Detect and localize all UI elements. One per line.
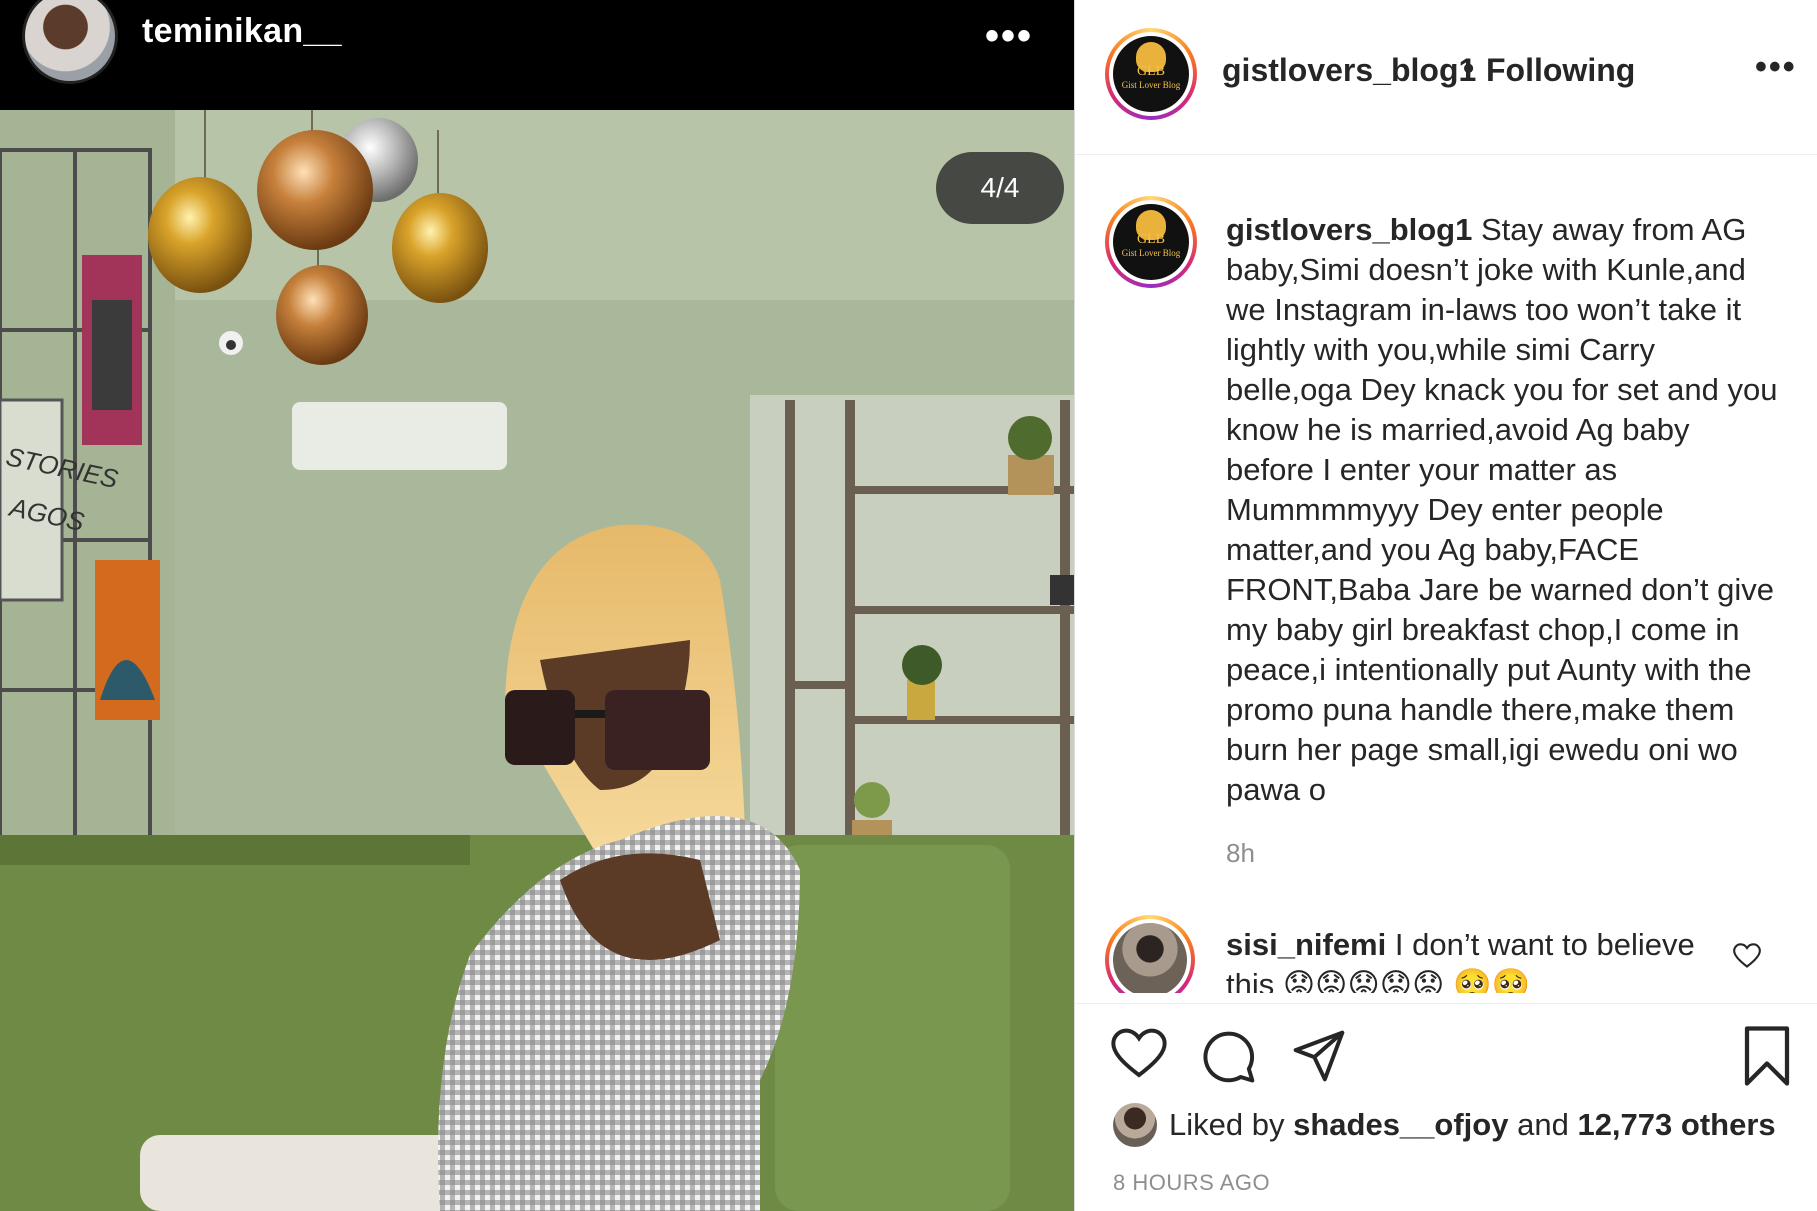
- header-avatar-ring[interactable]: GLB Gist Lover Blog: [1105, 28, 1197, 120]
- story-avatar[interactable]: [22, 0, 118, 84]
- comment-avatar-ring[interactable]: [1105, 915, 1195, 993]
- liker-username[interactable]: shades__ofjoy: [1293, 1107, 1508, 1142]
- following-button[interactable]: Following: [1486, 52, 1635, 89]
- actions-divider: [1075, 1003, 1817, 1004]
- bookmark-icon[interactable]: [1741, 1026, 1793, 1086]
- post-sidebar: GLB Gist Lover Blog gistlovers_blog1 • F…: [1074, 0, 1817, 1211]
- story-more-icon[interactable]: •••: [985, 14, 1033, 59]
- caption-avatar-logo-text: GLB: [1137, 231, 1165, 247]
- liker-avatar[interactable]: [1113, 1103, 1157, 1147]
- post-timestamp[interactable]: 8 HOURS AGO: [1113, 1170, 1270, 1196]
- likes-conjunction: and: [1517, 1107, 1569, 1142]
- comment-item: sisi_nifemi I don’t want to believe this…: [1075, 905, 1817, 993]
- likes-text: Liked by shades__ofjoy and 12,773 others: [1169, 1107, 1776, 1143]
- story-username[interactable]: teminikan__: [142, 12, 342, 51]
- carousel-counter: 4/4: [936, 152, 1064, 224]
- comment-icon[interactable]: [1201, 1028, 1257, 1084]
- header-separator: •: [1463, 50, 1475, 86]
- share-icon[interactable]: [1291, 1028, 1347, 1084]
- heart-icon[interactable]: [1111, 1028, 1167, 1080]
- avatar-logo-text: GLB: [1137, 63, 1165, 79]
- caption-time[interactable]: 8h: [1226, 838, 1255, 869]
- more-options-icon[interactable]: •••: [1755, 48, 1797, 87]
- likes-others-count[interactable]: 12,773 others: [1577, 1107, 1775, 1142]
- story-header: teminikan__ •••: [0, 0, 1074, 110]
- caption-text: Stay away from AG baby,Simi doesn’t joke…: [1226, 212, 1778, 807]
- avatar-logo-subtext: Gist Lover Blog: [1121, 80, 1181, 91]
- comment-body: sisi_nifemi I don’t want to believe this…: [1226, 925, 1716, 993]
- post-photo[interactable]: teminikan__ ••• STORIES AGOS 4/4: [0, 0, 1074, 1211]
- caption-avatar-ring[interactable]: GLB Gist Lover Blog: [1105, 196, 1197, 288]
- comment-avatar[interactable]: [1113, 923, 1187, 993]
- header-avatar[interactable]: GLB Gist Lover Blog: [1113, 36, 1189, 112]
- caption-avatar[interactable]: GLB Gist Lover Blog: [1113, 204, 1189, 280]
- likes-prefix: Liked by: [1169, 1107, 1285, 1142]
- header-username[interactable]: gistlovers_blog1: [1222, 52, 1476, 89]
- comment-like-icon[interactable]: [1733, 943, 1761, 969]
- header-divider: [1075, 154, 1817, 155]
- caption-avatar-logo-subtext: Gist Lover Blog: [1121, 248, 1181, 259]
- comment-username[interactable]: sisi_nifemi: [1226, 927, 1386, 962]
- photo-scene: STORIES AGOS: [0, 0, 1074, 1211]
- post-caption: gistlovers_blog1 Stay away from AG baby,…: [1226, 210, 1786, 810]
- caption-username[interactable]: gistlovers_blog1: [1226, 212, 1472, 247]
